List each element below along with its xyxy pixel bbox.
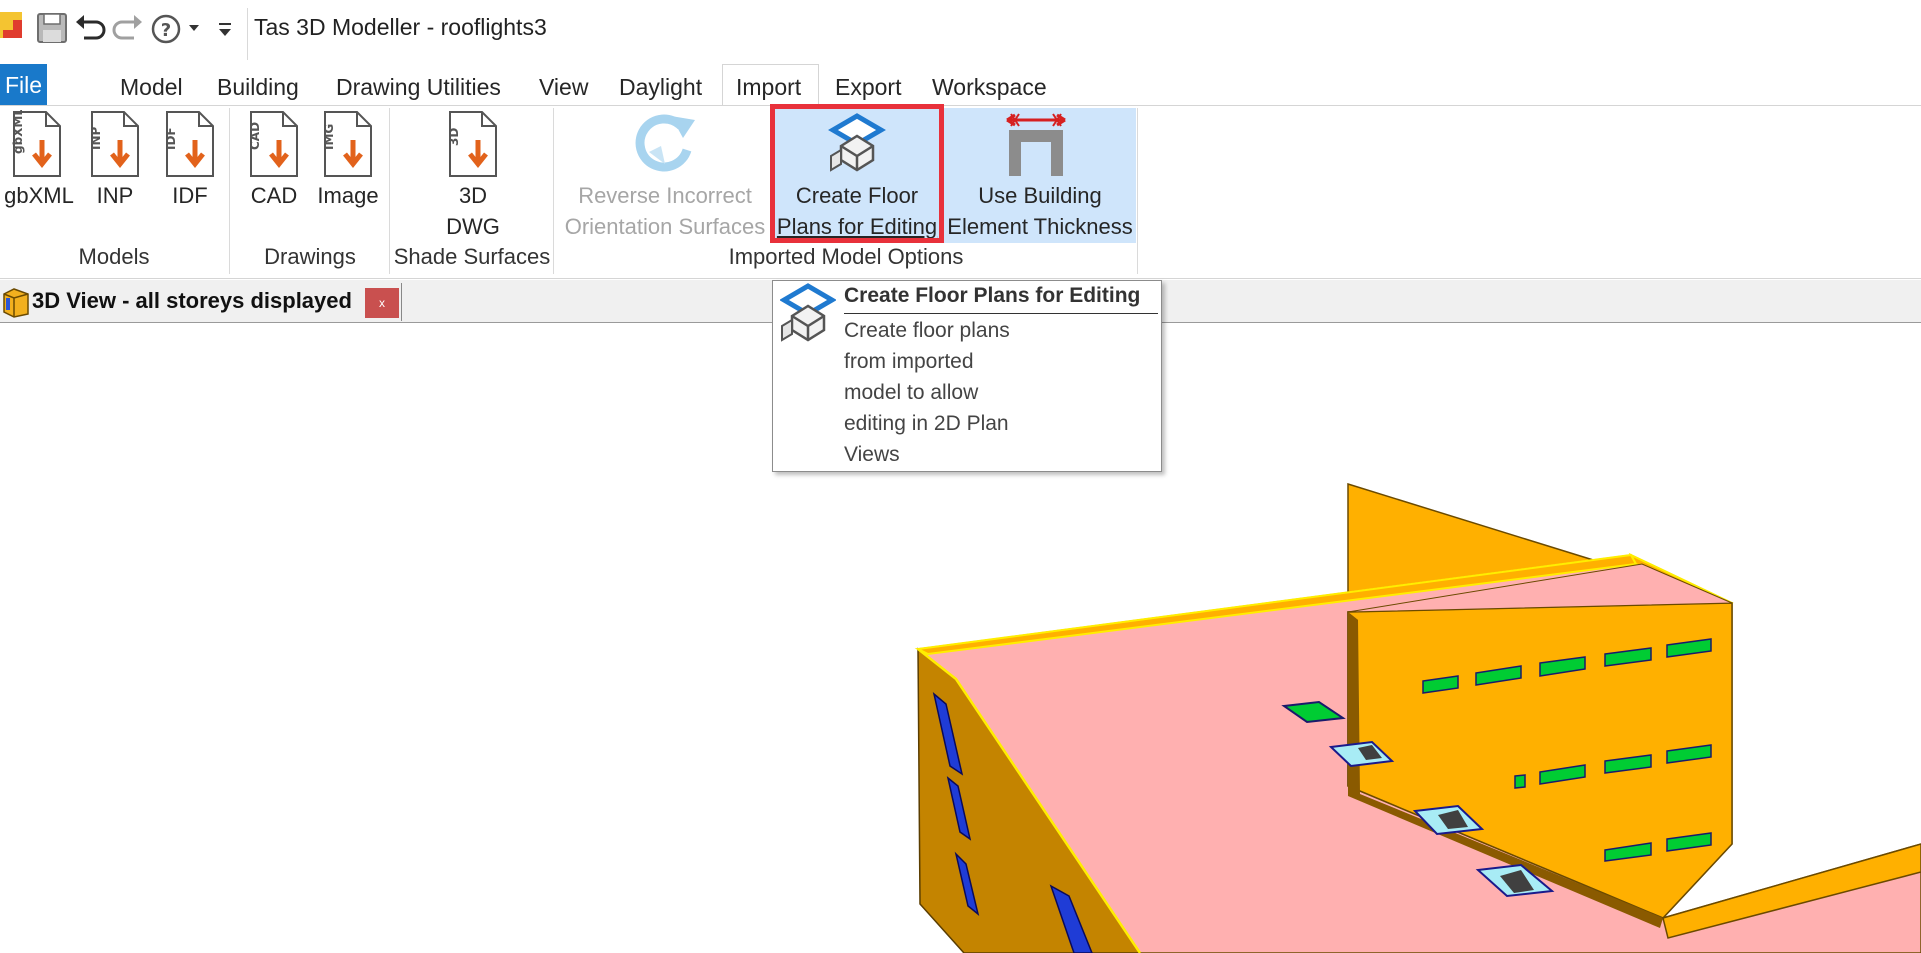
tab-view[interactable]: View: [539, 74, 588, 101]
create-floor-plans-icon: [780, 283, 836, 342]
window-title: Tas 3D Modeller - rooflights3: [254, 14, 547, 40]
tab-model[interactable]: Model: [120, 74, 183, 101]
help-icon[interactable]: ?: [151, 14, 183, 46]
svg-text:IDF: IDF: [165, 127, 178, 150]
svg-text:IMG: IMG: [323, 124, 336, 150]
group-label-models: Models: [78, 244, 150, 269]
gbxml-button[interactable]: gbXML: [0, 180, 78, 211]
reverse-incorrect-button-line2[interactable]: Orientation Surfaces: [558, 211, 772, 242]
3d-dwg-button-line1[interactable]: 3D: [433, 180, 513, 211]
image-file-icon: IMG: [323, 111, 372, 177]
svg-text:?: ?: [161, 20, 171, 41]
cad-button[interactable]: CAD: [244, 180, 304, 211]
idf-file-icon: IDF: [165, 111, 214, 177]
group-label-drawings: Drawings: [264, 244, 356, 269]
tooltip-line: Create floor plans: [844, 319, 1010, 342]
tooltip-line: editing in 2D Plan: [844, 412, 1009, 435]
tab-import[interactable]: Import: [736, 74, 801, 101]
divider: [844, 313, 1158, 314]
customize-qat-icon[interactable]: [218, 20, 232, 38]
inp-button[interactable]: INP: [90, 180, 140, 211]
tooltip-line: Views: [844, 443, 900, 466]
tab-daylight[interactable]: Daylight: [619, 74, 702, 101]
separator: [247, 8, 248, 60]
group-separator: [1137, 108, 1138, 274]
use-building-element-thickness-line2[interactable]: Element Thickness: [944, 211, 1136, 242]
idf-button[interactable]: IDF: [165, 180, 215, 211]
dropdown-arrow-icon[interactable]: [188, 24, 200, 32]
highlight-outline: [770, 104, 944, 243]
tab-workspace[interactable]: Workspace: [932, 74, 1047, 101]
save-icon[interactable]: [36, 12, 68, 44]
app-logo-icon[interactable]: [0, 12, 22, 38]
reverse-orientation-icon: [635, 114, 695, 172]
tab-file[interactable]: File: [0, 64, 47, 106]
tooltip-line: from imported: [844, 350, 974, 373]
document-tab-title[interactable]: 3D View - all storeys displayed: [32, 288, 352, 314]
element-thickness-icon: [1006, 113, 1066, 176]
separator: [401, 283, 402, 321]
svg-text:CAD: CAD: [249, 122, 262, 150]
3d-dwg-file-icon: 3D: [448, 111, 497, 177]
reverse-incorrect-button-line1[interactable]: Reverse Incorrect: [558, 180, 772, 211]
tab-building[interactable]: Building: [217, 74, 299, 101]
undo-icon[interactable]: [74, 12, 108, 46]
svg-text:3D: 3D: [448, 128, 461, 146]
3d-dwg-button-line2[interactable]: DWG: [433, 211, 513, 242]
group-label-shade-surfaces: Shade Surfaces: [393, 244, 551, 269]
tab-drawing-utilities[interactable]: Drawing Utilities: [336, 74, 501, 101]
3d-view-icon: [3, 288, 29, 318]
tab-export[interactable]: Export: [835, 74, 901, 101]
group-label-imported-model-options: Imported Model Options: [728, 244, 964, 269]
cad-file-icon: CAD: [249, 111, 298, 177]
svg-text:gbXML: gbXML: [12, 110, 25, 154]
svg-text:INP: INP: [90, 126, 103, 150]
use-building-element-thickness-line1[interactable]: Use Building: [944, 180, 1136, 211]
gbxml-file-icon: gbXML: [12, 110, 61, 177]
tooltip-title: Create Floor Plans for Editing: [844, 284, 1141, 307]
redo-icon[interactable]: [110, 12, 144, 46]
tooltip-line: model to allow: [844, 381, 979, 404]
close-tab-button[interactable]: x: [365, 288, 399, 318]
inp-file-icon: INP: [90, 111, 139, 177]
image-button[interactable]: Image: [310, 180, 386, 211]
